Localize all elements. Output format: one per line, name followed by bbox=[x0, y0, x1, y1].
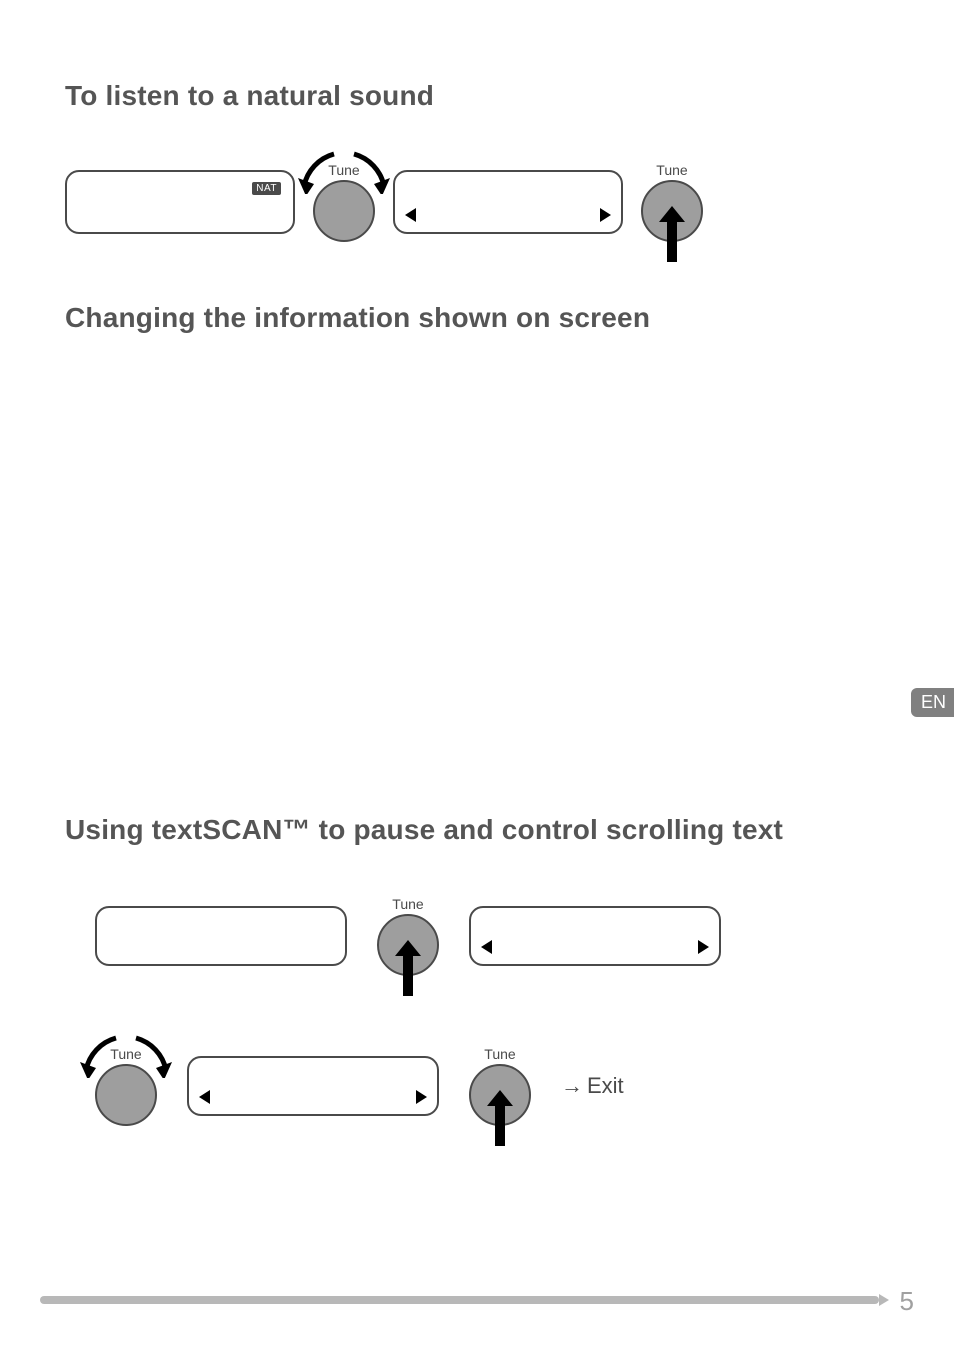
natural-sound-row: NAT Tune Tune bbox=[65, 162, 889, 242]
nat-tag: NAT bbox=[252, 182, 281, 195]
section-change-info-heading: Changing the information shown on screen bbox=[65, 302, 889, 334]
arrow-right-icon bbox=[600, 208, 611, 222]
arrow-right-icon bbox=[416, 1090, 427, 1104]
tune-knob-textscan-push-label: Tune bbox=[392, 896, 423, 912]
tune-knob-rotate-dial[interactable] bbox=[313, 180, 375, 242]
language-tab: EN bbox=[911, 688, 954, 717]
tune-knob-textscan-rotate[interactable]: Tune bbox=[95, 1046, 157, 1126]
page-number: 5 bbox=[900, 1286, 914, 1317]
section-textscan-heading: Using textSCAN™ to pause and control scr… bbox=[65, 814, 889, 846]
display-nat: NAT bbox=[65, 170, 295, 234]
push-up-arrow-icon bbox=[485, 1088, 515, 1148]
display-textscan-3 bbox=[187, 1056, 439, 1116]
exit-arrow-icon: → bbox=[561, 1073, 583, 1099]
exit-label: → Exit bbox=[561, 1073, 624, 1099]
display-textscan-1 bbox=[95, 906, 347, 966]
display-textscan-2 bbox=[469, 906, 721, 966]
tune-knob-rotate[interactable]: Tune bbox=[313, 162, 375, 242]
tune-knob-exit-label: Tune bbox=[484, 1046, 515, 1062]
footer-progress-line bbox=[40, 1296, 879, 1304]
tune-knob-exit[interactable]: Tune bbox=[469, 1046, 531, 1126]
tune-knob-textscan-push-dial[interactable] bbox=[377, 914, 439, 976]
arrow-right-icon bbox=[698, 940, 709, 954]
display-scroll-1 bbox=[393, 170, 623, 234]
tune-knob-push-dial[interactable] bbox=[641, 180, 703, 242]
textscan-row-1: Tune bbox=[95, 896, 889, 976]
exit-text: Exit bbox=[587, 1073, 624, 1099]
tune-knob-exit-dial[interactable] bbox=[469, 1064, 531, 1126]
push-up-arrow-icon bbox=[393, 938, 423, 998]
tune-knob-push-label: Tune bbox=[656, 162, 687, 178]
arrow-left-icon bbox=[405, 208, 416, 222]
tune-knob-textscan-push[interactable]: Tune bbox=[377, 896, 439, 976]
tune-knob-push[interactable]: Tune bbox=[641, 162, 703, 242]
arrow-left-icon bbox=[199, 1090, 210, 1104]
tune-knob-textscan-rotate-label: Tune bbox=[110, 1046, 141, 1062]
tune-knob-rotate-label: Tune bbox=[328, 162, 359, 178]
arrow-left-icon bbox=[481, 940, 492, 954]
textscan-row-2: Tune Tune → Exit bbox=[95, 1046, 889, 1126]
section-natural-sound-heading: To listen to a natural sound bbox=[65, 80, 889, 112]
push-up-arrow-icon bbox=[657, 204, 687, 264]
tune-knob-textscan-rotate-dial[interactable] bbox=[95, 1064, 157, 1126]
